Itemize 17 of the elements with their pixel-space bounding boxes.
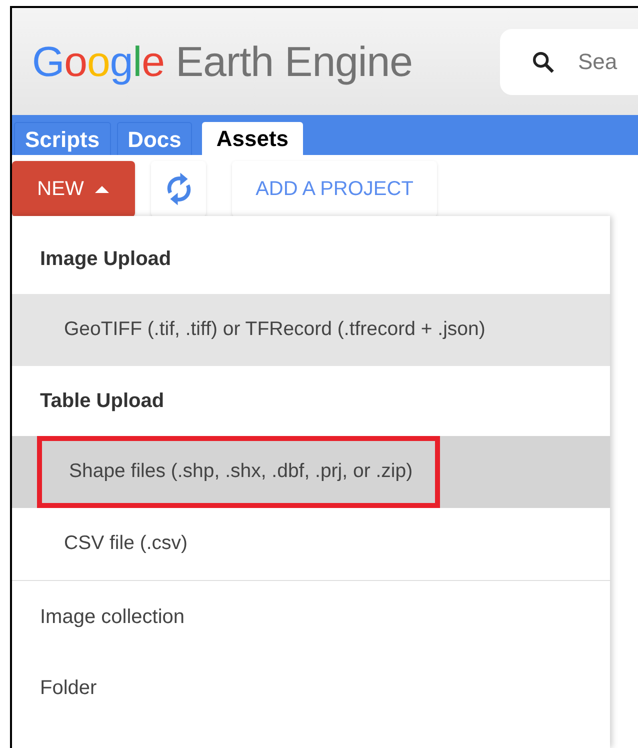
menu-section-heading: Table Upload: [39, 389, 166, 414]
refresh-button[interactable]: [151, 160, 206, 216]
tab[interactable]: Scripts: [14, 122, 111, 155]
menu-section-heading: Image Upload: [39, 247, 172, 272]
product-logo: Google Earth Engine: [32, 37, 412, 87]
menu-item-label: CSV file (.csv): [63, 531, 189, 556]
menu-item[interactable]: Folder: [12, 652, 610, 723]
menu-item[interactable]: Image collection: [12, 581, 610, 652]
menu-item[interactable]: CSV file (.csv): [12, 508, 610, 580]
tab[interactable]: Assets: [202, 122, 303, 155]
tab[interactable]: Docs: [116, 122, 192, 155]
menu-item[interactable]: GeoTIFF (.tif, .tiff) or TFRecord (.tfrecord + .json): [12, 294, 610, 366]
menu-item[interactable]: Shape files (.shp, .shx, .dbf, .prj, or .zip): [12, 436, 610, 508]
menu-item-label: Shape files (.shp, .shx, .dbf, .prj, or .zip): [37, 436, 440, 508]
menu-item-label: GeoTIFF (.tif, .tiff) or TFRecord (.tfrecord + .json): [63, 317, 486, 342]
new-button[interactable]: NEW: [12, 160, 135, 216]
search-field[interactable]: Sea: [500, 28, 638, 94]
